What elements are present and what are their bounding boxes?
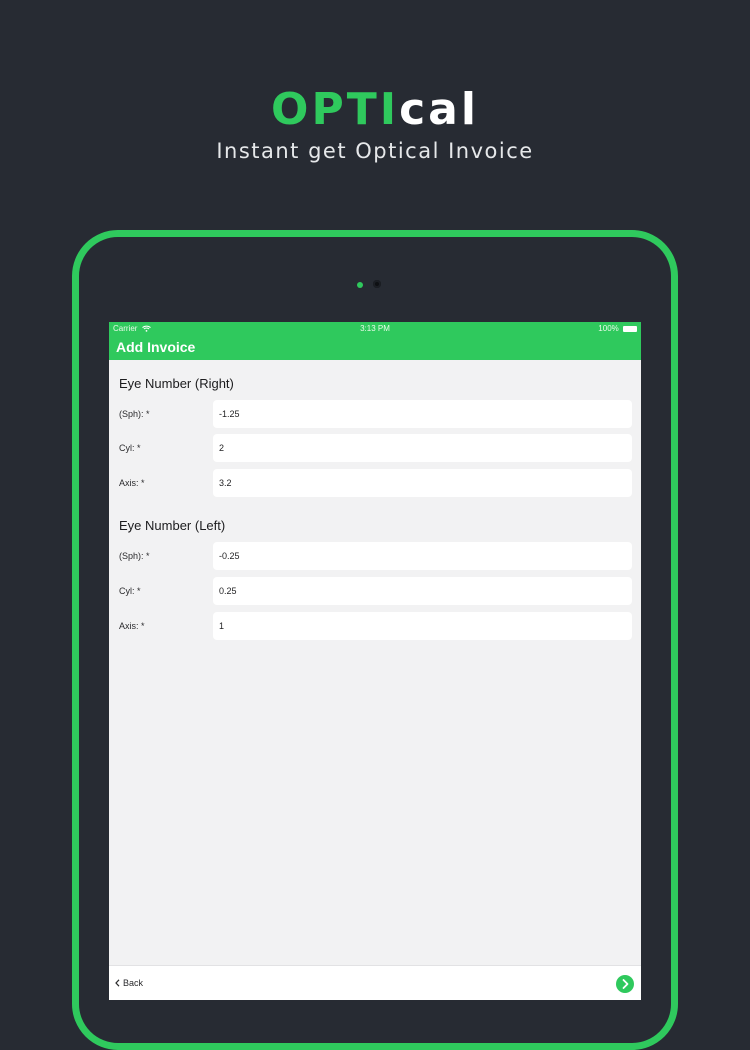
camera-lens (373, 280, 381, 288)
sensor-dot (357, 282, 363, 288)
right-axis-input[interactable]: 3.2 (213, 469, 632, 497)
right-cyl-row: Cyl: * 2 (109, 434, 641, 462)
chevron-right-icon (622, 979, 629, 989)
app-logo: OPTIcal (0, 86, 750, 134)
chevron-left-icon (115, 979, 120, 987)
right-sph-row: (Sph): * -1.25 (109, 400, 641, 428)
left-sph-input[interactable]: -0.25 (213, 542, 632, 570)
left-cyl-input[interactable]: 0.25 (213, 577, 632, 605)
right-axis-label: Axis: * (119, 478, 145, 488)
bottom-toolbar: Back (109, 965, 641, 1000)
logo-text-green: OPTI (271, 84, 400, 135)
logo-text-white: cal (399, 84, 479, 135)
status-bar: Carrier 3:13 PM 100% (109, 322, 641, 336)
left-sph-label: (Sph): * (119, 551, 150, 561)
status-time: 3:13 PM (360, 324, 390, 333)
right-eye-section-title: Eye Number (Right) (119, 376, 234, 391)
back-button[interactable]: Back (115, 978, 143, 988)
left-axis-input[interactable]: 1 (213, 612, 632, 640)
right-cyl-input[interactable]: 2 (213, 434, 632, 462)
left-eye-section-title: Eye Number (Left) (119, 518, 226, 533)
back-label: Back (123, 978, 144, 988)
left-axis-label: Axis: * (119, 621, 145, 631)
battery-percent: 100% (598, 324, 619, 333)
navigation-bar: Add Invoice (109, 336, 641, 360)
promo-tagline: Instant get Optical Invoice (216, 139, 534, 163)
left-cyl-row: Cyl: * 0.25 (109, 577, 641, 605)
right-sph-input[interactable]: -1.25 (213, 400, 632, 428)
left-cyl-label: Cyl: * (119, 586, 141, 596)
battery-indicator: 100% (598, 322, 637, 336)
right-cyl-label: Cyl: * (119, 443, 141, 453)
right-sph-label: (Sph): * (119, 409, 150, 419)
left-sph-row: (Sph): * -0.25 (109, 542, 641, 570)
app-screen: Carrier 3:13 PM 100% Add Invoice Eye Num… (109, 322, 641, 1000)
right-axis-row: Axis: * 3.2 (109, 469, 641, 497)
page-title: Add Invoice (116, 339, 196, 355)
next-button[interactable] (616, 975, 634, 993)
left-axis-row: Axis: * 1 (109, 612, 641, 640)
battery-icon (623, 325, 637, 332)
